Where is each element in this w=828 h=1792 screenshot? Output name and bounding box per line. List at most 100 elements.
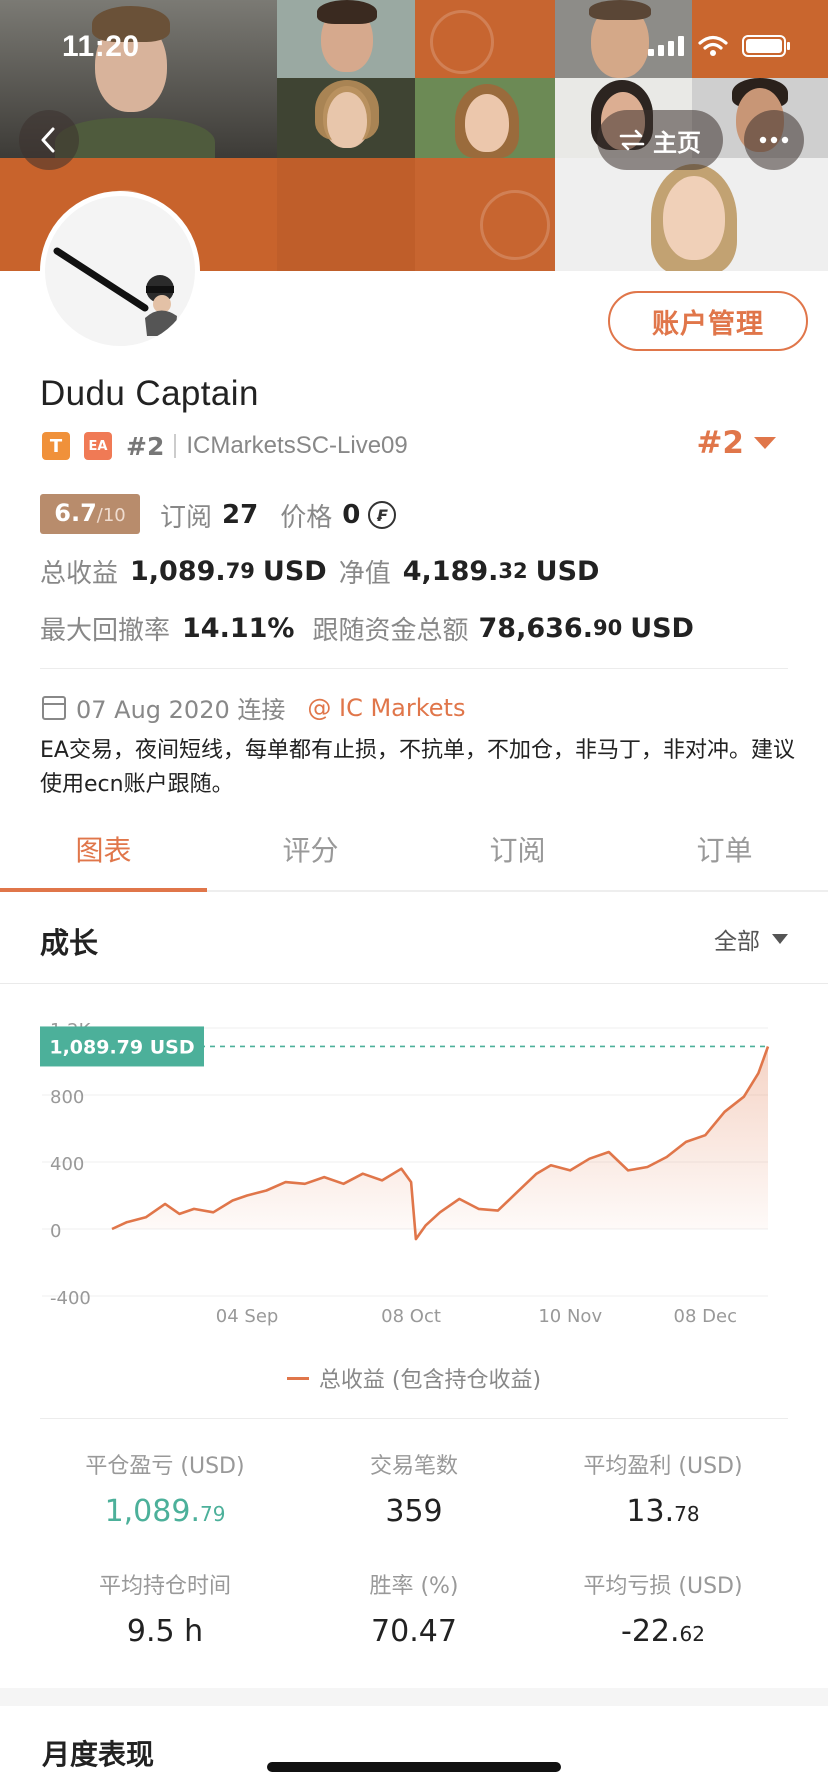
drawdown-follow-row: 最大回撤率 14.11% 跟随资金总额 78,636. 90 USD bbox=[40, 607, 694, 649]
home-label: 主页 bbox=[653, 128, 701, 157]
growth-chart[interactable]: 1.2K8004000-40004 Sep08 Oct10 Nov08 Dec1… bbox=[0, 1000, 828, 1360]
divider bbox=[40, 1418, 788, 1419]
rank-dropdown[interactable]: #2 bbox=[696, 425, 776, 461]
x-tick-label: 08 Oct bbox=[381, 1306, 441, 1327]
price-label: 价格 bbox=[280, 502, 333, 533]
subs-count: 27 bbox=[222, 500, 259, 530]
more-icon bbox=[759, 136, 789, 144]
equity-dec: 32 bbox=[498, 559, 528, 583]
rank-label: #2 bbox=[126, 431, 165, 461]
stat-value: -22.62 bbox=[621, 1614, 705, 1649]
score-max: /10 bbox=[96, 505, 126, 526]
trader-type-badge: T bbox=[42, 432, 70, 460]
swap-icon bbox=[619, 129, 645, 151]
equity-unit: USD bbox=[535, 555, 600, 587]
stat-label: 平均持仓时间 bbox=[98, 1574, 231, 1599]
stat-value: 70.47 bbox=[371, 1614, 457, 1649]
account-manage-button[interactable]: 账户管理 bbox=[608, 291, 808, 351]
tab-chart[interactable]: 图表 bbox=[0, 808, 207, 892]
stat-value-decimal: 78 bbox=[674, 1502, 700, 1526]
back-button[interactable] bbox=[19, 110, 79, 170]
banner-decoration bbox=[480, 190, 550, 260]
tab-bar: 图表 评分 订阅 订单 bbox=[0, 808, 828, 892]
tab-orders[interactable]: 订单 bbox=[621, 808, 828, 890]
growth-section-header: 成长 全部 bbox=[0, 894, 828, 984]
stat-value: 9.5 h bbox=[126, 1614, 204, 1649]
subs-label: 订阅 bbox=[160, 502, 213, 533]
join-date: 07 Aug 2020 连接 bbox=[76, 696, 286, 724]
stat-cell: 平仓盈亏 (USD) 1,089.79 bbox=[40, 1448, 290, 1529]
more-button[interactable] bbox=[744, 110, 804, 170]
stat-cell: 平均盈利 (USD) 13.78 bbox=[538, 1448, 788, 1529]
calendar-icon bbox=[42, 695, 66, 720]
signal-icon bbox=[648, 36, 684, 56]
stat-label: 交易笔数 bbox=[369, 1454, 458, 1479]
monthly-title: 月度表现 bbox=[42, 1738, 155, 1771]
drawdown-label: 最大回撤率 bbox=[40, 615, 171, 646]
range-filter[interactable]: 全部 bbox=[714, 922, 788, 956]
follow-funds-dec: 90 bbox=[592, 616, 623, 640]
subscription-row: 订阅 27 价格 0 ₣ bbox=[160, 494, 397, 536]
stat-value: 13.78 bbox=[626, 1494, 700, 1529]
stat-value-decimal: 62 bbox=[679, 1622, 705, 1646]
x-tick-label: 04 Sep bbox=[216, 1306, 279, 1327]
follow-funds-label: 跟随资金总额 bbox=[312, 615, 469, 646]
total-profit-label: 总收益 bbox=[40, 558, 119, 589]
stat-value: 1,089.79 bbox=[104, 1494, 226, 1529]
chart-legend: 总收益 (包含持仓收益) bbox=[0, 1362, 828, 1394]
tab-subscription[interactable]: 订阅 bbox=[414, 808, 621, 890]
stat-label: 平均盈利 (USD) bbox=[583, 1454, 743, 1479]
range-filter-label: 全部 bbox=[714, 929, 760, 955]
separator bbox=[174, 434, 177, 458]
section-gap bbox=[0, 1688, 828, 1706]
stat-cell: 胜率 (%) 70.47 bbox=[289, 1568, 539, 1649]
join-row: 07 Aug 2020 连接 @ IC Markets bbox=[42, 690, 465, 725]
banner-photo bbox=[277, 78, 415, 158]
score-value: 6.7 bbox=[54, 499, 97, 527]
price-value: 0 bbox=[342, 500, 361, 530]
trader-name: Dudu Captain bbox=[40, 374, 259, 413]
y-tick-label: 0 bbox=[50, 1221, 61, 1242]
total-profit-unit: USD bbox=[262, 555, 327, 587]
stat-cell: 平均持仓时间 9.5 h bbox=[40, 1568, 290, 1649]
y-tick-label: -400 bbox=[50, 1288, 91, 1309]
chevron-left-icon bbox=[41, 127, 55, 153]
banner-tile bbox=[277, 158, 415, 271]
banner-photo bbox=[277, 0, 415, 78]
total-profit-dec: 79 bbox=[225, 559, 255, 583]
status-time: 11:20 bbox=[62, 30, 140, 63]
current-value-label: 1,089.79 USD bbox=[49, 1036, 194, 1058]
tab-rating[interactable]: 评分 bbox=[207, 808, 414, 890]
coin-icon: ₣ bbox=[368, 501, 397, 529]
avatar bbox=[40, 191, 200, 351]
divider bbox=[40, 668, 788, 669]
total-profit-int: 1,089. bbox=[130, 555, 226, 587]
rank-value: #2 bbox=[696, 425, 744, 461]
equity-label: 净值 bbox=[338, 558, 391, 589]
broker-link[interactable]: @ IC Markets bbox=[307, 694, 465, 722]
equity-int: 4,189. bbox=[402, 555, 499, 587]
y-tick-label: 400 bbox=[50, 1154, 84, 1175]
profit-equity-row: 总收益 1,089. 79 USD 净值 4,189. 32 USD bbox=[40, 550, 599, 592]
stat-label: 平均亏损 (USD) bbox=[583, 1574, 743, 1599]
status-icons bbox=[648, 34, 792, 58]
strategy-description: EA交易，夜间短线，每单都有止损，不抗单，不加仓，非马丁，非对冲。建议使用ecn… bbox=[40, 738, 795, 797]
tag-row: T EA #2 ICMarketsSC-Live09 bbox=[42, 428, 408, 464]
banner-photo bbox=[415, 78, 555, 158]
series-area bbox=[112, 1046, 768, 1240]
follow-funds-int: 78,636. bbox=[478, 612, 593, 644]
stat-label: 平仓盈亏 (USD) bbox=[85, 1454, 245, 1479]
avatar-illustration bbox=[53, 247, 177, 336]
stat-cell: 平均亏损 (USD) -22.62 bbox=[538, 1568, 788, 1649]
y-tick-label: 800 bbox=[50, 1087, 84, 1108]
home-button[interactable]: 主页 bbox=[597, 110, 723, 170]
banner-decoration bbox=[430, 10, 494, 74]
server-name: ICMarketsSC-Live09 bbox=[186, 432, 408, 459]
x-tick-label: 08 Dec bbox=[674, 1306, 737, 1327]
wifi-icon bbox=[698, 35, 728, 56]
caret-down-icon bbox=[772, 934, 788, 944]
caret-down-icon bbox=[754, 437, 776, 449]
banner-photo bbox=[555, 158, 828, 271]
follow-funds-unit: USD bbox=[630, 612, 694, 644]
battery-icon bbox=[742, 35, 790, 57]
